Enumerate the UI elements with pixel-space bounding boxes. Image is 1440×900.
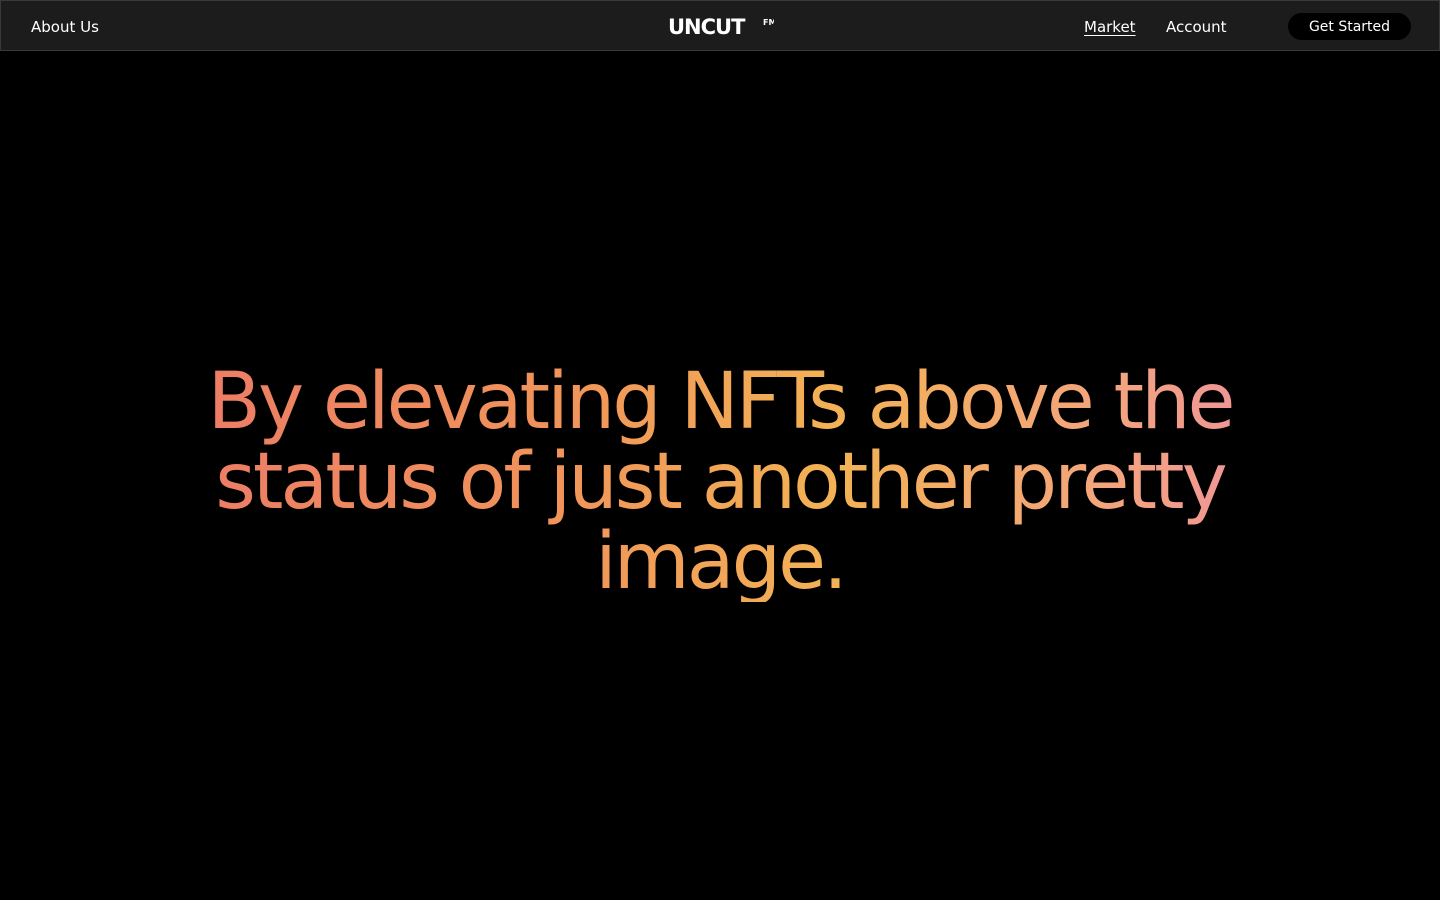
logo-wordmark: UNCUT (668, 16, 746, 38)
hero-headline: By elevating NFTs above the status of ju… (150, 362, 1290, 602)
get-started-button[interactable]: Get Started (1288, 13, 1411, 40)
uncut-logo[interactable]: UNCUT FM (668, 15, 776, 39)
top-navigation-bar: About Us UNCUT FM Market Account Get Sta… (0, 0, 1440, 51)
uncut-logo-mark: UNCUT FM (668, 15, 776, 39)
hero-headline-container: By elevating NFTs above the status of ju… (150, 362, 1290, 602)
logo-superscript: FM (763, 18, 774, 27)
market-link[interactable]: Market (1084, 18, 1136, 36)
account-link[interactable]: Account (1166, 18, 1227, 36)
about-us-link[interactable]: About Us (31, 18, 99, 36)
